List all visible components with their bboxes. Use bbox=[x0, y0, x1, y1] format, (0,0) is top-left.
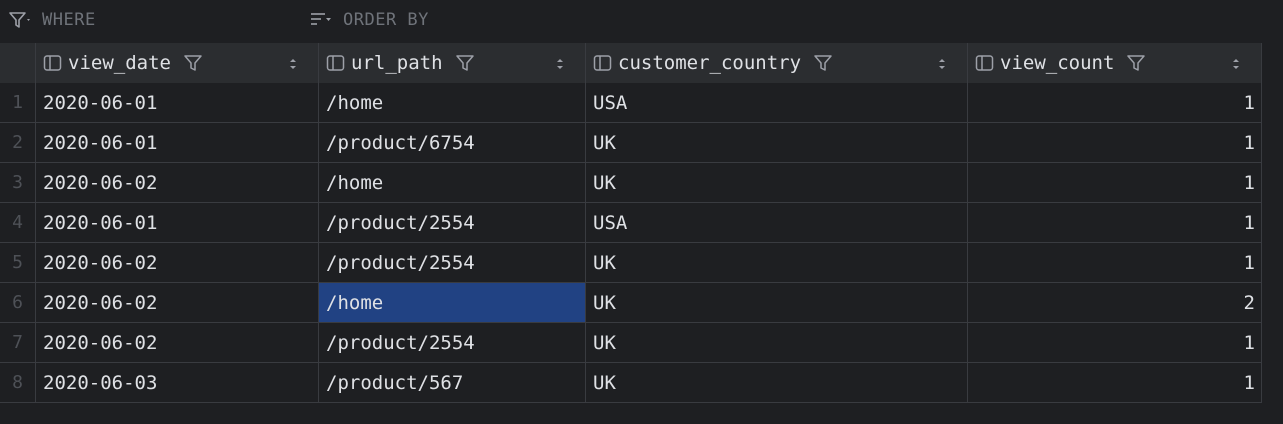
cell-url-path[interactable]: /product/2554 bbox=[319, 203, 586, 242]
cell-customer-country[interactable]: UK bbox=[586, 163, 968, 202]
column-header-view-count[interactable]: view_count bbox=[968, 43, 1262, 83]
cell-customer-country[interactable]: UK bbox=[586, 243, 968, 282]
filter-dropdown-icon[interactable] bbox=[8, 10, 34, 30]
sort-arrows-icon[interactable] bbox=[937, 55, 947, 71]
row-number[interactable]: 3 bbox=[0, 163, 36, 202]
column-title: customer_country bbox=[618, 52, 802, 74]
cell-url-path[interactable]: /product/6754 bbox=[319, 123, 586, 162]
cell-url-path[interactable]: /product/567 bbox=[319, 363, 586, 402]
funnel-icon[interactable] bbox=[455, 53, 475, 73]
where-filter[interactable]: WHERE bbox=[8, 0, 96, 40]
where-label[interactable]: WHERE bbox=[42, 10, 96, 30]
cell-view-count[interactable]: 1 bbox=[968, 363, 1262, 402]
cell-url-path[interactable]: /product/2554 bbox=[319, 243, 586, 282]
table-row[interactable]: 1 2020-06-01 /home USA 1 bbox=[0, 83, 1262, 123]
cell-view-date[interactable]: 2020-06-02 bbox=[36, 323, 319, 362]
cell-view-date[interactable]: 2020-06-02 bbox=[36, 283, 319, 322]
cell-url-path[interactable]: /product/2554 bbox=[319, 323, 586, 362]
cell-view-count[interactable]: 1 bbox=[968, 243, 1262, 282]
column-header-customer-country[interactable]: customer_country bbox=[586, 43, 968, 83]
column-icon bbox=[326, 54, 345, 72]
cell-view-count[interactable]: 2 bbox=[968, 283, 1262, 322]
order-by-filter[interactable]: ORDER BY bbox=[309, 0, 429, 40]
cell-view-date[interactable]: 2020-06-01 bbox=[36, 123, 319, 162]
funnel-icon[interactable] bbox=[813, 53, 833, 73]
cell-customer-country[interactable]: USA bbox=[586, 203, 968, 242]
row-number[interactable]: 7 bbox=[0, 323, 36, 362]
sort-lines-dropdown-icon[interactable] bbox=[309, 10, 335, 30]
column-header-url-path[interactable]: url_path bbox=[319, 43, 586, 83]
cell-view-count[interactable]: 1 bbox=[968, 123, 1262, 162]
table-row[interactable]: 7 2020-06-02 /product/2554 UK 1 bbox=[0, 323, 1262, 363]
cell-customer-country[interactable]: UK bbox=[586, 323, 968, 362]
column-icon bbox=[975, 54, 994, 72]
column-icon bbox=[593, 54, 612, 72]
row-number[interactable]: 8 bbox=[0, 363, 36, 402]
cell-customer-country[interactable]: UK bbox=[586, 283, 968, 322]
filter-bar: WHERE ORDER BY bbox=[0, 0, 1283, 40]
funnel-icon[interactable] bbox=[1126, 53, 1146, 73]
column-title: view_date bbox=[68, 52, 171, 74]
column-header-view-date[interactable]: view_date bbox=[36, 43, 319, 83]
cell-view-date[interactable]: 2020-06-01 bbox=[36, 83, 319, 122]
funnel-icon[interactable] bbox=[183, 53, 203, 73]
table-row[interactable]: 8 2020-06-03 /product/567 UK 1 bbox=[0, 363, 1262, 403]
cell-view-count[interactable]: 1 bbox=[968, 163, 1262, 202]
cell-url-path[interactable]: /home bbox=[319, 83, 586, 122]
grid-header: view_date url_path customer_country view… bbox=[0, 43, 1262, 83]
sort-arrows-icon[interactable] bbox=[555, 55, 565, 71]
column-title: view_count bbox=[1000, 52, 1115, 74]
cell-view-count[interactable]: 1 bbox=[968, 203, 1262, 242]
cell-view-date[interactable]: 2020-06-02 bbox=[36, 243, 319, 282]
row-number-header bbox=[0, 43, 36, 83]
cell-view-count[interactable]: 1 bbox=[968, 323, 1262, 362]
table-row[interactable]: 5 2020-06-02 /product/2554 UK 1 bbox=[0, 243, 1262, 283]
table-row[interactable]: 6 2020-06-02 /home UK 2 bbox=[0, 283, 1262, 323]
cell-view-date[interactable]: 2020-06-01 bbox=[36, 203, 319, 242]
sort-arrows-icon[interactable] bbox=[1231, 55, 1241, 71]
row-number[interactable]: 6 bbox=[0, 283, 36, 322]
sort-arrows-icon[interactable] bbox=[288, 55, 298, 71]
row-number[interactable]: 1 bbox=[0, 83, 36, 122]
cell-url-path[interactable]: /home bbox=[319, 163, 586, 202]
order-by-label[interactable]: ORDER BY bbox=[343, 10, 429, 30]
table-row[interactable]: 2 2020-06-01 /product/6754 UK 1 bbox=[0, 123, 1262, 163]
cell-view-count[interactable]: 1 bbox=[968, 83, 1262, 122]
row-number[interactable]: 4 bbox=[0, 203, 36, 242]
row-number[interactable]: 5 bbox=[0, 243, 36, 282]
cell-customer-country[interactable]: UK bbox=[586, 123, 968, 162]
table-row[interactable]: 4 2020-06-01 /product/2554 USA 1 bbox=[0, 203, 1262, 243]
cell-customer-country[interactable]: USA bbox=[586, 83, 968, 122]
cell-view-date[interactable]: 2020-06-03 bbox=[36, 363, 319, 402]
cell-url-path-selected[interactable]: /home bbox=[319, 283, 586, 322]
column-icon bbox=[43, 54, 62, 72]
column-title: url_path bbox=[351, 52, 443, 74]
cell-view-date[interactable]: 2020-06-02 bbox=[36, 163, 319, 202]
result-grid: view_date url_path customer_country view… bbox=[0, 43, 1262, 403]
table-row[interactable]: 3 2020-06-02 /home UK 1 bbox=[0, 163, 1262, 203]
row-number[interactable]: 2 bbox=[0, 123, 36, 162]
cell-customer-country[interactable]: UK bbox=[586, 363, 968, 402]
